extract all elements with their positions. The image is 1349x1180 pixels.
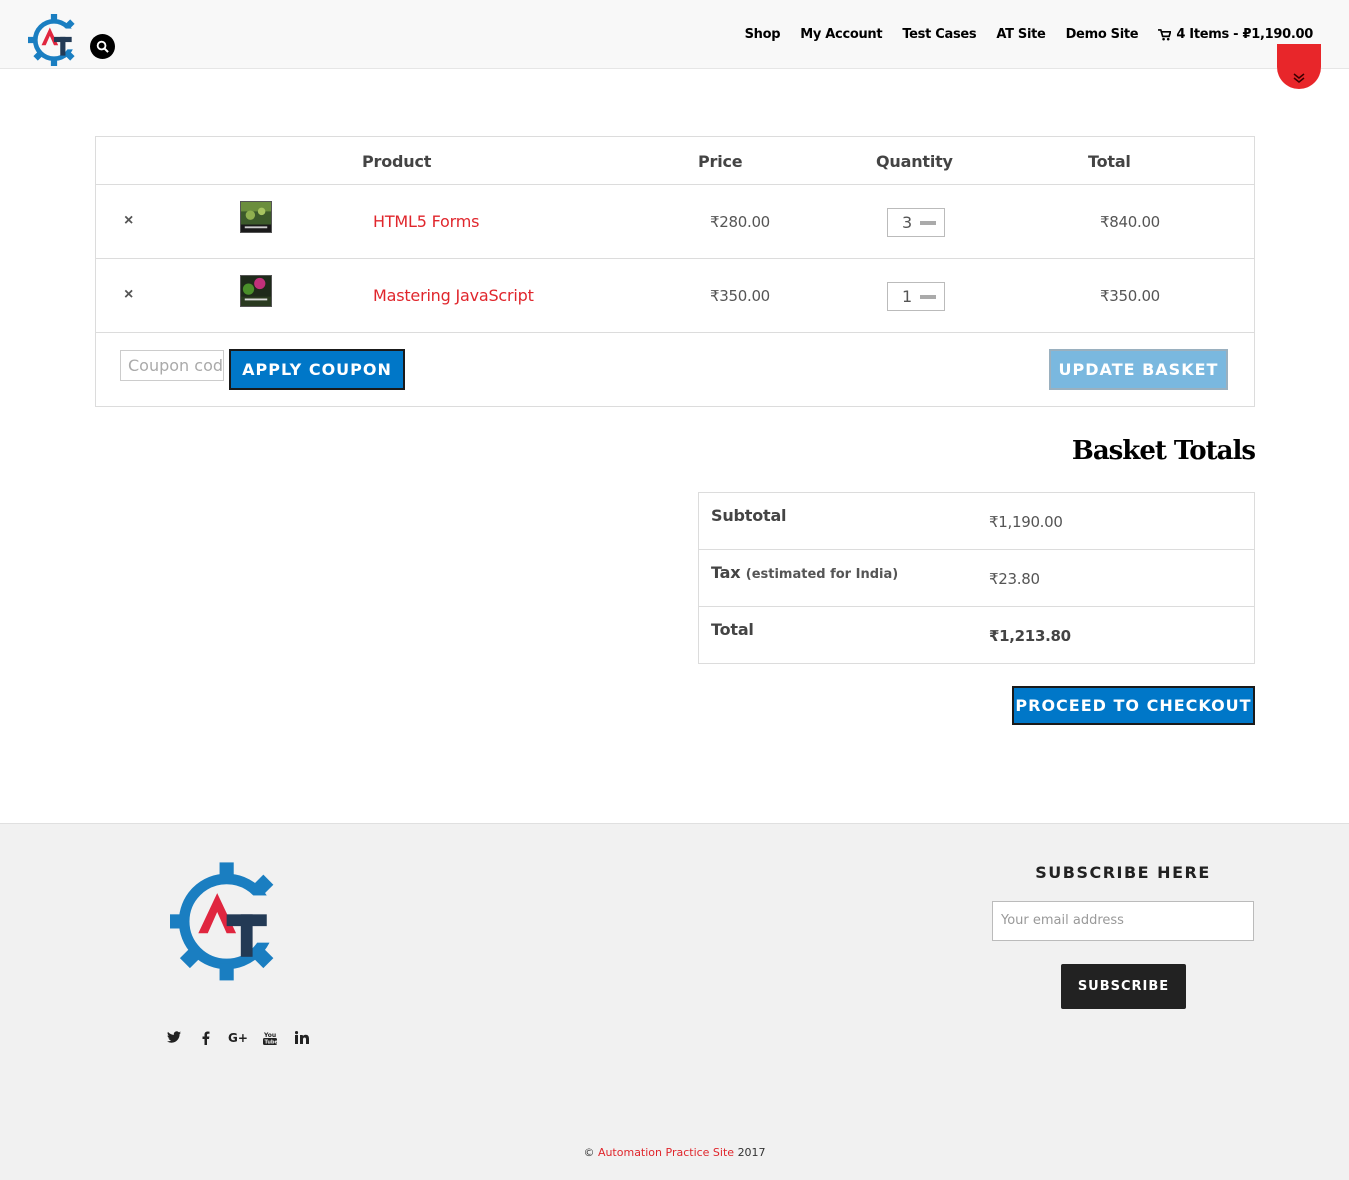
svg-text:G+: G+: [228, 1031, 248, 1043]
item-price: ₹350.00: [710, 287, 770, 305]
apply-coupon-button[interactable]: APPLY COUPON: [229, 349, 405, 390]
item-total: ₹840.00: [1100, 213, 1160, 231]
order-total-label: Total: [711, 620, 754, 639]
tax-label: Tax (estimated for India): [711, 563, 898, 582]
product-link[interactable]: HTML5 Forms: [373, 212, 479, 231]
remove-item-button[interactable]: ×: [124, 213, 133, 229]
main-nav: Shop My Account Test Cases AT Site Demo …: [725, 27, 1314, 42]
cart-row: × Mastering JavaScript ₹350.00 1 ₹350.00: [96, 259, 1254, 333]
google-plus-icon[interactable]: G+: [222, 1031, 254, 1047]
nav-at-site[interactable]: AT Site: [996, 27, 1046, 42]
cart-row: × HTML5 Forms ₹280.00 3 ₹840.00: [96, 185, 1254, 259]
header-total: Total: [1088, 152, 1131, 171]
scroll-down-button[interactable]: [1277, 44, 1321, 89]
quantity-input[interactable]: 3: [887, 208, 945, 237]
cart-icon: [1158, 28, 1172, 40]
site-footer: G+ You Tube SUBSCRIBE HERE Your email add…: [0, 823, 1349, 1180]
site-header: Shop My Account Test Cases AT Site Demo …: [0, 0, 1349, 69]
subtotal-value: ₹1,190.00: [989, 513, 1063, 531]
order-total-value: ₹1,213.80: [989, 627, 1071, 645]
header-price: Price: [698, 152, 743, 171]
cart-table: Product Price Quantity Total × HTML5 For…: [95, 136, 1255, 407]
proceed-to-checkout-button[interactable]: PROCEED TO CHECKOUT: [1012, 686, 1255, 725]
item-price: ₹280.00: [710, 213, 770, 231]
basket-totals-title: Basket Totals: [1071, 436, 1256, 466]
nav-my-account[interactable]: My Account: [800, 27, 882, 42]
order-total-row: Total ₹1,213.80: [699, 607, 1254, 664]
update-basket-button[interactable]: UPDATE BASKET: [1049, 349, 1228, 390]
tax-note: (estimated for India): [745, 567, 899, 582]
item-total: ₹350.00: [1100, 287, 1160, 305]
social-links: G+ You Tube: [158, 1031, 318, 1047]
site-logo[interactable]: [28, 14, 80, 66]
product-thumbnail[interactable]: [240, 275, 272, 307]
subscribe-title: SUBSCRIBE HERE: [1035, 863, 1211, 882]
youtube-icon[interactable]: You Tube: [254, 1031, 286, 1047]
subtotal-label: Subtotal: [711, 506, 787, 525]
subscribe-button[interactable]: SUBSCRIBE: [1061, 964, 1186, 1009]
facebook-icon[interactable]: [190, 1031, 222, 1047]
nav-shop[interactable]: Shop: [745, 27, 781, 42]
quantity-value: 3: [902, 213, 913, 232]
quantity-spinner-icon[interactable]: [920, 221, 936, 225]
search-icon: [96, 40, 109, 53]
copyright-year: 2017: [737, 1146, 766, 1159]
copyright: © Automation Practice Site 2017: [0, 1146, 1349, 1159]
tax-value: ₹23.80: [989, 570, 1040, 588]
cart-table-header: Product Price Quantity Total: [96, 137, 1254, 185]
quantity-spinner-icon[interactable]: [920, 295, 936, 299]
product-thumbnail[interactable]: [240, 201, 272, 233]
copyright-symbol: ©: [583, 1146, 595, 1159]
chevron-double-down-icon: [1293, 73, 1305, 83]
basket-totals-table: Subtotal ₹1,190.00 Tax (estimated for In…: [698, 492, 1255, 664]
linkedin-icon[interactable]: [286, 1031, 318, 1047]
email-field[interactable]: Your email address: [992, 901, 1254, 941]
header-quantity: Quantity: [876, 152, 953, 171]
tax-row: Tax (estimated for India) ₹23.80: [699, 550, 1254, 607]
coupon-code-input[interactable]: Coupon code: [120, 350, 224, 381]
quantity-input[interactable]: 1: [887, 282, 945, 311]
twitter-icon[interactable]: [158, 1031, 190, 1047]
copyright-link[interactable]: Automation Practice Site: [598, 1146, 734, 1159]
svg-text:You: You: [263, 1032, 276, 1039]
header-product: Product: [362, 152, 432, 171]
product-link[interactable]: Mastering JavaScript: [373, 286, 534, 305]
search-button[interactable]: [90, 34, 115, 59]
tax-label-text: Tax: [711, 563, 741, 582]
nav-demo-site[interactable]: Demo Site: [1066, 27, 1139, 42]
cart-actions: Coupon code APPLY COUPON UPDATE BASKET: [96, 333, 1254, 407]
cart-summary: 4 Items - ₽1,190.00: [1176, 27, 1313, 42]
subtotal-row: Subtotal ₹1,190.00: [699, 493, 1254, 550]
quantity-value: 1: [902, 287, 913, 306]
remove-item-button[interactable]: ×: [124, 287, 133, 303]
nav-cart[interactable]: 4 Items - ₽1,190.00: [1158, 27, 1313, 42]
footer-logo: [170, 862, 288, 981]
svg-text:Tube: Tube: [265, 1040, 278, 1046]
nav-test-cases[interactable]: Test Cases: [902, 27, 976, 42]
